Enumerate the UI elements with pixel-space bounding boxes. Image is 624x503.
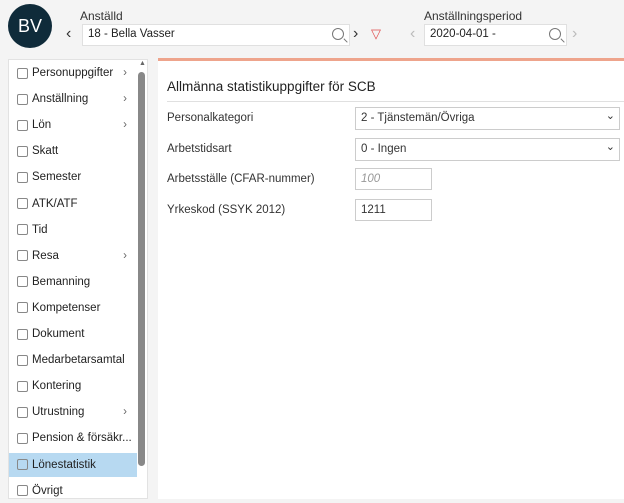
sidebar-item-kompetenser[interactable]: Kompetenser [9,296,137,320]
sidebar-item-personuppgifter[interactable]: Personuppgifter › [9,61,137,85]
sidebar-item-kontering[interactable]: Kontering [9,374,137,398]
field-label: Arbetstidsart [167,143,232,155]
field-label: Yrkeskod (SSYK 2012) [167,204,286,216]
chevron-right-icon: › [123,93,127,106]
money-icon [17,119,28,131]
sidebar-item-label: Utrustning [32,406,85,419]
chevron-down-icon: ⌄ [605,141,615,153]
palm-icon [17,171,28,183]
sidebar-item-resa[interactable]: Resa › [9,244,137,268]
chevron-right-icon: › [123,249,127,262]
sidebar-item-pension-försäkr[interactable]: Pension & försäkr... [9,426,137,450]
select-value: 2 - Tjänstemän/Övriga [361,112,475,124]
sidebar-item-label: Övrigt [32,484,63,497]
sidebar-item-label: Personuppgifter [32,67,114,79]
period-value: 2020-04-01 - [430,28,496,40]
sidebar-item-dokument[interactable]: Dokument [9,322,137,346]
select-value: 0 - Ingen [361,143,407,155]
sidebar-item-label: Resa [32,249,59,262]
search-icon[interactable] [332,28,344,40]
clock-icon [17,224,28,236]
sidebar-item-label: Lönestatistik [32,458,96,471]
schedule-icon [17,276,28,288]
sidebar-item-skatt[interactable]: Skatt [9,139,137,163]
prev-employee-button[interactable]: ‹ [66,25,71,43]
chat-icon [17,354,28,366]
arbetstidsart-select[interactable]: 0 - Ingen ⌄ [355,138,620,161]
scroll-up-button[interactable]: ▲ [139,60,146,67]
sidebar-item-label: ATK/ATF [32,197,78,210]
sidebar-item-atk-atf[interactable]: ATK/ATF [9,192,137,216]
sidebar-item-label: Medarbetarsamtal [32,354,125,367]
sidebar-item-label: Lön [32,119,52,132]
umbrella-icon [17,432,28,444]
filter-icon[interactable]: ▽ [371,26,381,42]
sidebar-item-label: Anställning [32,93,89,106]
sidebar-item-label: Pension & försäkr... [32,432,132,445]
employee-label: Anställd [80,9,123,23]
sidebar-item-label: Tid [32,223,48,236]
globe-icon [17,250,28,262]
sidebar-item-label: Kompetenser [32,301,101,314]
sidebar-item-label: Dokument [32,328,85,340]
sidebar-item-tid[interactable]: Tid [9,218,137,242]
field-label: Arbetsställe (CFAR-nummer) [167,173,315,185]
ssyk-input[interactable]: 1211 [355,199,432,221]
cfar-input[interactable]: 100 [355,168,432,190]
chevron-down-icon: ⌄ [605,110,615,122]
period-input[interactable]: 2020-04-01 - [424,24,567,46]
page-title: Allmänna statistikuppgifter för SCB [167,79,376,94]
id-card-icon [17,67,28,79]
graduation-icon [17,302,28,314]
sidebar-item-label: Kontering [32,380,82,393]
sidebar-item-label: Bemanning [32,275,91,288]
sidebar: ▲ Personuppgifter › Anställning › Lön › Skatt S… [8,59,148,499]
divider [167,101,624,102]
scrollbar[interactable] [138,72,145,466]
period-label: Anställningsperiod [424,9,523,23]
sidebar-item-label: Skatt [32,145,59,158]
calendar-icon [17,198,28,209]
sidebar-item-anställning[interactable]: Anställning › [9,87,137,111]
chevron-right-icon: › [123,67,127,79]
prev-period-button[interactable]: ‹ [410,25,415,43]
chevron-right-icon: › [123,119,127,132]
sidebar-item-medarbetarsamtal[interactable]: Medarbetarsamtal [9,348,137,372]
document-icon [17,485,28,497]
folder-icon [17,406,28,418]
employee-input[interactable]: 18 - Bella Vasser [82,24,350,46]
avatar: BV [8,4,52,48]
sidebar-item-label: Semester [32,171,82,184]
tag-icon [17,380,28,392]
sidebar-item-lön[interactable]: Lön › [9,113,137,137]
building-icon [17,145,28,157]
next-period-button[interactable]: › [572,25,577,43]
sidebar-item-bemanning[interactable]: Bemanning [9,270,137,294]
sidebar-item-lönestatistik[interactable]: Lönestatistik [9,452,137,477]
chart-icon [17,459,28,470]
next-employee-button[interactable]: › [353,25,358,43]
chevron-right-icon: › [123,406,127,419]
document-icon [17,328,28,340]
main-panel: Allmänna statistikuppgifter för SCB Pers… [158,58,624,499]
personalkategori-select[interactable]: 2 - Tjänstemän/Övriga ⌄ [355,107,620,130]
person-icon [17,93,28,105]
search-icon[interactable] [549,28,561,40]
sidebar-item-semester[interactable]: Semester [9,165,137,189]
sidebar-item-utrustning[interactable]: Utrustning › [9,400,137,424]
field-label: Personalkategori [167,112,254,124]
employee-value: 18 - Bella Vasser [88,28,175,40]
